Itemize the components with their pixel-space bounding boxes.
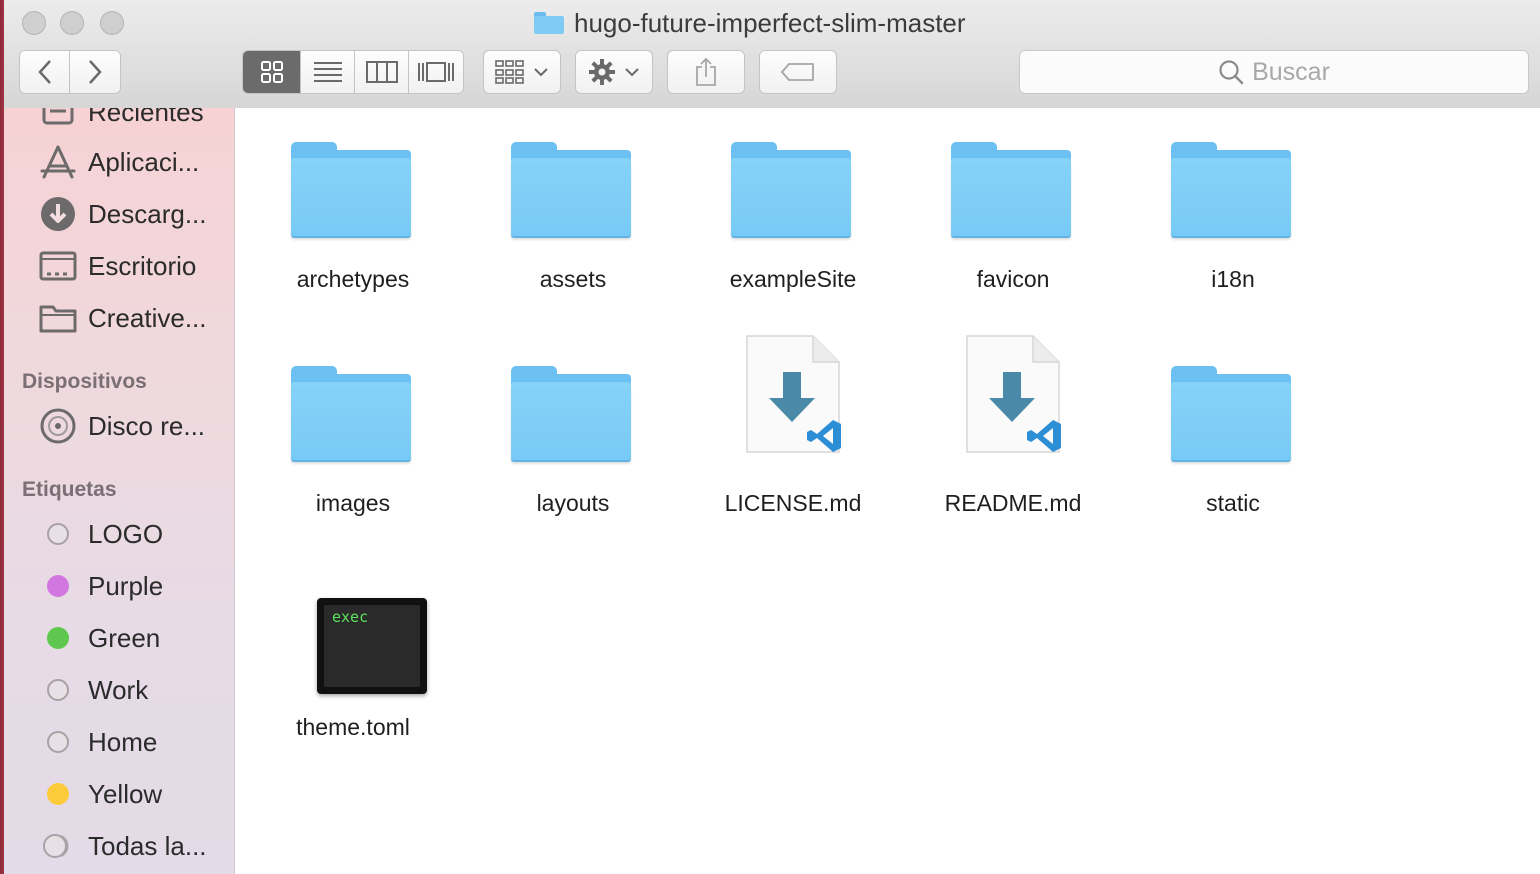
file-name: i18n [1211, 266, 1255, 292]
tag-color-dot [47, 679, 69, 701]
sidebar-tag-home[interactable]: Home [4, 720, 234, 764]
file-name: LICENSE.md [724, 490, 862, 516]
grid-icon [260, 61, 283, 83]
list-view-button[interactable] [301, 51, 355, 93]
desktop-icon [38, 248, 78, 284]
view-mode-control [242, 50, 464, 94]
sidebar-item-aplicaciones[interactable]: Aplicaci... [4, 140, 234, 184]
devices-header: Dispositivos [22, 370, 147, 393]
vscode-document-icon [966, 335, 1061, 453]
icon-view-button[interactable] [243, 51, 301, 93]
file-item-static[interactable]: static [1133, 332, 1333, 542]
folder-icon [291, 366, 411, 462]
share-icon [696, 57, 716, 86]
chevron-down-icon [534, 68, 548, 77]
tag-color-dot [47, 575, 69, 597]
sidebar-item-creative[interactable]: Creative... [4, 296, 234, 340]
file-name: exampleSite [729, 266, 857, 292]
folder-icon [511, 142, 631, 238]
file-item-i18n[interactable]: i18n [1133, 108, 1333, 318]
file-item-layouts[interactable]: layouts [473, 332, 673, 542]
tag-color-dot [47, 783, 69, 805]
share-button[interactable] [667, 50, 745, 94]
terminal-exec-icon: exec [317, 598, 427, 694]
search-field[interactable]: Buscar [1019, 50, 1529, 94]
toolbar: hugo-future-imperfect-slim-master Buscar [4, 0, 1540, 109]
zoom-window-button[interactable] [100, 11, 124, 35]
sidebar-tag-yellow[interactable]: Yellow [4, 772, 234, 816]
file-name: theme.toml [296, 714, 410, 740]
close-window-button[interactable] [22, 11, 46, 35]
arrange-grid-icon [495, 60, 524, 84]
file-item-assets[interactable]: assets [473, 108, 673, 318]
sidebar-tag-purple[interactable]: Purple [4, 564, 234, 608]
folder-icon [951, 142, 1071, 238]
file-name: static [1206, 490, 1260, 516]
folder-icon [731, 142, 851, 238]
action-menu-button[interactable] [575, 50, 653, 94]
search-placeholder: Buscar [1252, 57, 1330, 86]
tags-header: Etiquetas [22, 478, 117, 501]
search-icon [1219, 60, 1244, 85]
tag-color-dot [47, 627, 69, 649]
sidebar: Recientes Aplicaci... Descarg... Escrito… [4, 108, 235, 874]
folder-icon [534, 12, 564, 34]
back-button[interactable] [20, 51, 70, 93]
forward-button[interactable] [70, 51, 120, 93]
file-name: assets [539, 266, 607, 292]
file-name: archetypes [296, 266, 410, 292]
edit-tags-button[interactable] [759, 50, 837, 94]
gallery-view-button[interactable] [409, 51, 463, 93]
vscode-document-icon [746, 335, 841, 453]
file-item-readme[interactable]: README.md [913, 332, 1113, 542]
disc-icon [38, 408, 78, 444]
folder-icon [38, 300, 78, 336]
applications-icon [38, 144, 78, 180]
window-title: hugo-future-imperfect-slim-master [534, 6, 966, 40]
sidebar-item-recientes[interactable]: Recientes [4, 108, 234, 134]
file-name: images [315, 490, 391, 516]
sidebar-tag-all[interactable]: Todas la... [4, 824, 234, 868]
file-item-theme-toml[interactable]: exec theme.toml [253, 556, 453, 766]
gear-icon [589, 59, 615, 85]
column-view-button[interactable] [355, 51, 409, 93]
finder-window: hugo-future-imperfect-slim-master Buscar… [4, 0, 1540, 874]
sidebar-tag-logo[interactable]: LOGO [4, 512, 234, 556]
tag-color-dot [47, 731, 69, 753]
file-name: README.md [944, 490, 1082, 516]
sidebar-tag-green[interactable]: Green [4, 616, 234, 660]
folder-icon [1171, 366, 1291, 462]
chevron-right-icon [89, 60, 102, 84]
folder-icon [511, 366, 631, 462]
file-item-license[interactable]: LICENSE.md [693, 332, 893, 542]
group-by-button[interactable] [483, 50, 561, 94]
list-icon [313, 62, 342, 82]
sidebar-item-escritorio[interactable]: Escritorio [4, 244, 234, 288]
chevron-down-icon [625, 68, 639, 77]
file-item-favicon[interactable]: favicon [913, 108, 1113, 318]
gallery-icon [418, 62, 454, 82]
folder-icon [1171, 142, 1291, 238]
minimize-window-button[interactable] [60, 11, 84, 35]
folder-icon [291, 142, 411, 238]
tag-icon [781, 63, 814, 81]
navigation-buttons [19, 50, 121, 94]
recents-icon [38, 108, 78, 130]
downloads-icon [38, 196, 78, 232]
file-item-images[interactable]: images [253, 332, 453, 542]
file-browser: archetypes assets exampleSite favicon i1… [235, 108, 1540, 874]
exec-badge: exec [332, 608, 369, 626]
all-tags-icon [38, 828, 78, 864]
sidebar-tag-work[interactable]: Work [4, 668, 234, 712]
file-name: layouts [536, 490, 610, 516]
file-item-examplesite[interactable]: exampleSite [693, 108, 893, 318]
file-item-archetypes[interactable]: archetypes [253, 108, 453, 318]
sidebar-item-disco[interactable]: Disco re... [4, 404, 234, 448]
sidebar-item-descargas[interactable]: Descarg... [4, 192, 234, 236]
tag-color-dot [47, 523, 69, 545]
file-name: favicon [976, 266, 1050, 292]
columns-icon [365, 61, 398, 83]
chevron-left-icon [37, 60, 51, 84]
window-title-text: hugo-future-imperfect-slim-master [574, 7, 966, 38]
